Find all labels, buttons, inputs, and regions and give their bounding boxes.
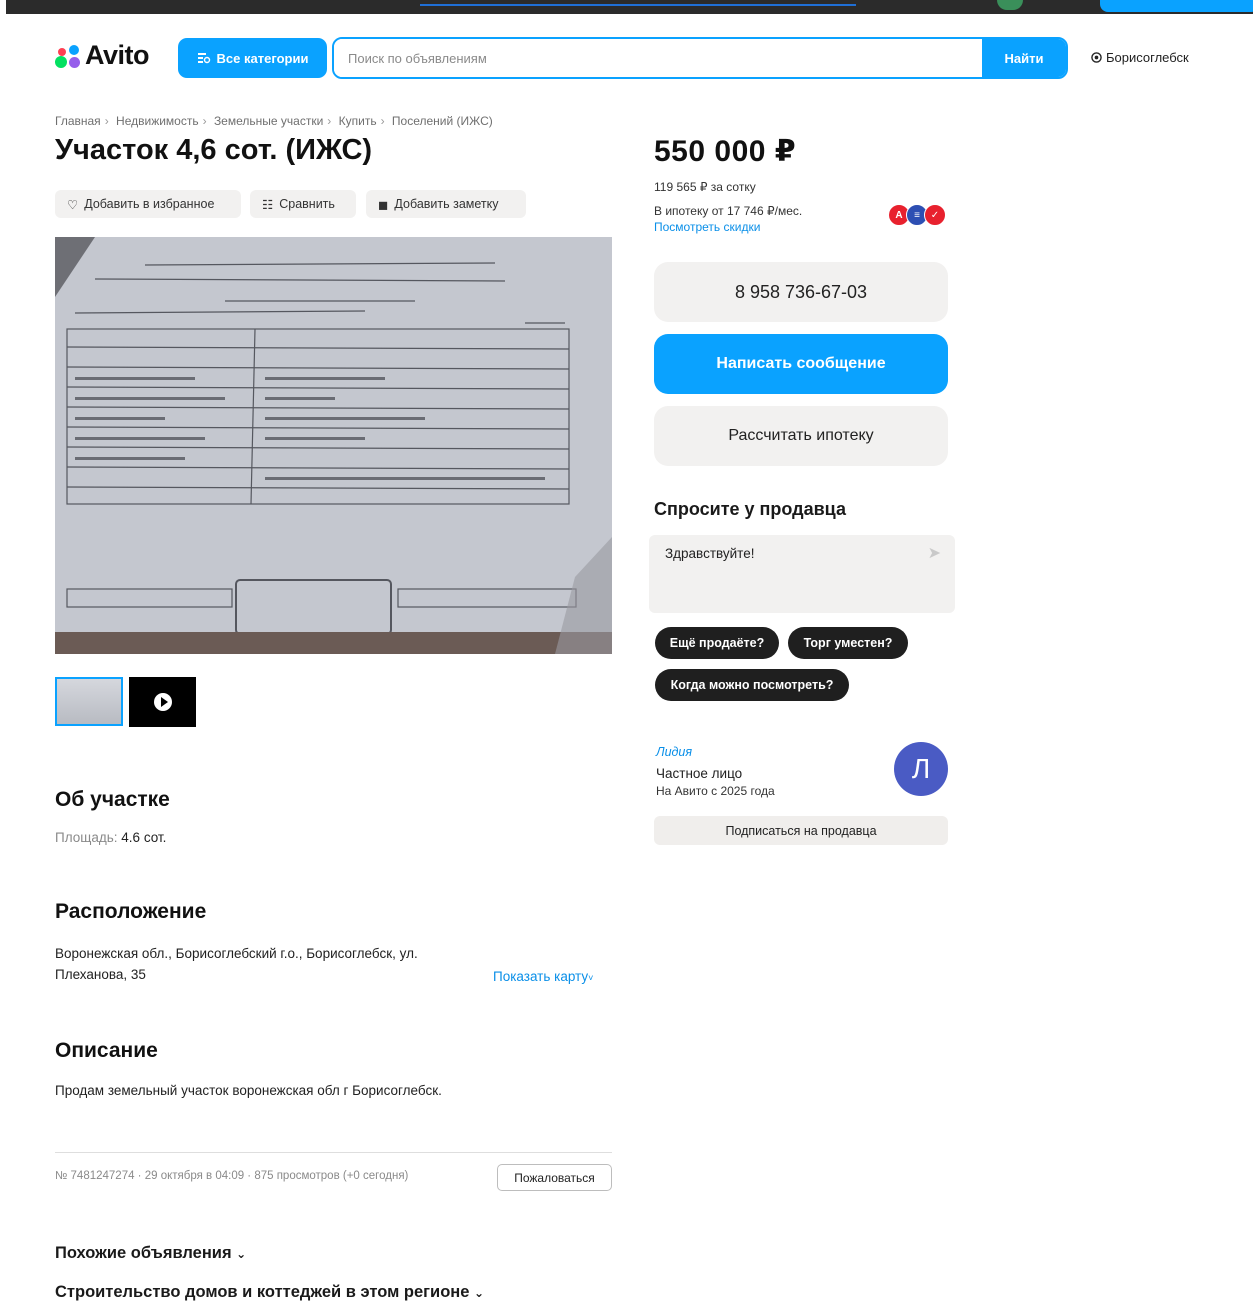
breadcrumb-item[interactable]: Недвижимость: [116, 114, 199, 128]
ask-seller-text: Здравствуйте!: [665, 546, 755, 561]
show-map-link[interactable]: Показать карту˅: [493, 969, 593, 984]
seller-since: На Авито с 2025 года: [656, 784, 775, 798]
bank-icons: A ≡ ✓: [888, 204, 946, 226]
breadcrumb: Главная › Недвижимость › Земельные участки…: [55, 114, 493, 128]
top-strip: [6, 0, 1253, 14]
search-input[interactable]: [334, 39, 982, 77]
photo-thumbnail[interactable]: [55, 677, 123, 726]
heart-icon: ♡: [67, 197, 79, 212]
quick-question-chip[interactable]: Ещё продаёте?: [655, 627, 779, 659]
add-favorite-button[interactable]: ♡ Добавить в избранное: [55, 190, 241, 218]
subscribe-seller-button[interactable]: Подписаться на продавца: [654, 816, 948, 845]
video-thumbnail[interactable]: [129, 677, 196, 727]
search-button[interactable]: Найти: [982, 39, 1066, 77]
categories-search-icon: [197, 53, 210, 64]
listing-meta: № 7481247274 · 29 октября в 04:09 · 875 …: [55, 1170, 409, 1182]
top-strip-link[interactable]: [420, 4, 856, 6]
divider: [55, 1152, 612, 1153]
note-icon: ◼: [378, 197, 389, 212]
top-strip-button[interactable]: [1100, 0, 1253, 12]
chevron-down-icon: ˅: [588, 973, 594, 983]
breadcrumb-item[interactable]: Главная: [55, 114, 101, 128]
area-label: Площадь:: [55, 830, 118, 845]
seller-type: Частное лицо: [656, 766, 743, 781]
listing-title: Участок 4,6 сот. (ИЖС): [55, 134, 373, 166]
construction-toggle[interactable]: Строительство домов и коттеджей в этом р…: [55, 1283, 484, 1302]
avito-logo[interactable]: Avito: [55, 40, 150, 71]
compare-label: Сравнить: [279, 197, 335, 211]
add-note-button[interactable]: ◼ Добавить заметку: [366, 190, 526, 218]
location-pin-icon: [1091, 52, 1102, 63]
ask-seller-heading: Спросите у продавца: [654, 499, 846, 519]
discounts-link[interactable]: Посмотреть скидки: [654, 220, 760, 234]
city-name: Борисоглебск: [1106, 50, 1189, 65]
avatar[interactable]: Л: [894, 742, 948, 796]
calculate-mortgage-button[interactable]: Рассчитать ипотеку: [654, 406, 948, 466]
price-per-unit: 119 565 ₽ за сотку: [654, 180, 756, 194]
send-icon[interactable]: ➤: [928, 543, 941, 563]
search-bar: Найти: [332, 37, 1068, 79]
document-photo-image: [55, 237, 612, 654]
chevron-down-icon: ⌄: [236, 1247, 247, 1261]
show-map-label: Показать карту: [493, 969, 589, 984]
bank-c-icon: ✓: [924, 204, 946, 226]
top-strip-indicator: [997, 0, 1023, 10]
add-note-label: Добавить заметку: [394, 197, 499, 211]
city-selector[interactable]: Борисоглебск: [1091, 50, 1189, 65]
ask-seller-input[interactable]: Здравствуйте! ➤: [649, 535, 955, 613]
area-row: Площадь: 4.6 сот.: [55, 830, 166, 845]
address-line: Воронежская обл., Борисоглебский г.о., Б…: [55, 946, 418, 961]
logo-dots-icon: [55, 43, 81, 69]
similar-listings-toggle[interactable]: Похожие объявления ⌄: [55, 1244, 246, 1263]
seller-name-link[interactable]: Лидия: [656, 745, 692, 759]
main-photo[interactable]: [55, 237, 612, 654]
price: 550 000 ₽: [654, 135, 797, 168]
compare-button[interactable]: ☷ Сравнить: [250, 190, 356, 218]
seller-name[interactable]: Лидия: [656, 745, 692, 759]
write-message-button[interactable]: Написать сообщение: [654, 334, 948, 394]
report-button[interactable]: Пожаловаться: [497, 1164, 612, 1191]
address-line: Плеханова, 35: [55, 967, 146, 982]
add-favorite-label: Добавить в избранное: [84, 197, 215, 211]
address: Воронежская обл., Борисоглебский г.о., Б…: [55, 943, 418, 985]
area-value: 4.6 сот.: [121, 830, 167, 845]
quick-question-chip[interactable]: Торг уместен?: [788, 627, 908, 659]
all-categories-label: Все категории: [216, 50, 309, 66]
similar-listings-label: Похожие объявления: [55, 1244, 232, 1262]
breadcrumb-item[interactable]: Поселений (ИЖС): [392, 114, 493, 128]
description-heading: Описание: [55, 1039, 158, 1062]
breadcrumb-item[interactable]: Купить: [339, 114, 377, 128]
all-categories-button[interactable]: Все категории: [178, 38, 327, 78]
chevron-down-icon: ⌄: [474, 1286, 485, 1300]
breadcrumb-item[interactable]: Земельные участки: [214, 114, 323, 128]
compare-icon: ☷: [262, 197, 274, 212]
quick-question-chip[interactable]: Когда можно посмотреть?: [655, 669, 849, 701]
description-text: Продам земельный участок воронежская обл…: [55, 1083, 442, 1098]
mortgage-info: В ипотеку от 17 746 ₽/мес.: [654, 204, 803, 218]
logo-text: Avito: [85, 40, 150, 70]
about-heading: Об участке: [55, 788, 170, 811]
construction-label: Строительство домов и коттеджей в этом р…: [55, 1283, 470, 1301]
play-icon: [153, 693, 172, 711]
show-phone-button[interactable]: 8 958 736-67-03: [654, 262, 948, 322]
location-heading: Расположение: [55, 900, 207, 923]
